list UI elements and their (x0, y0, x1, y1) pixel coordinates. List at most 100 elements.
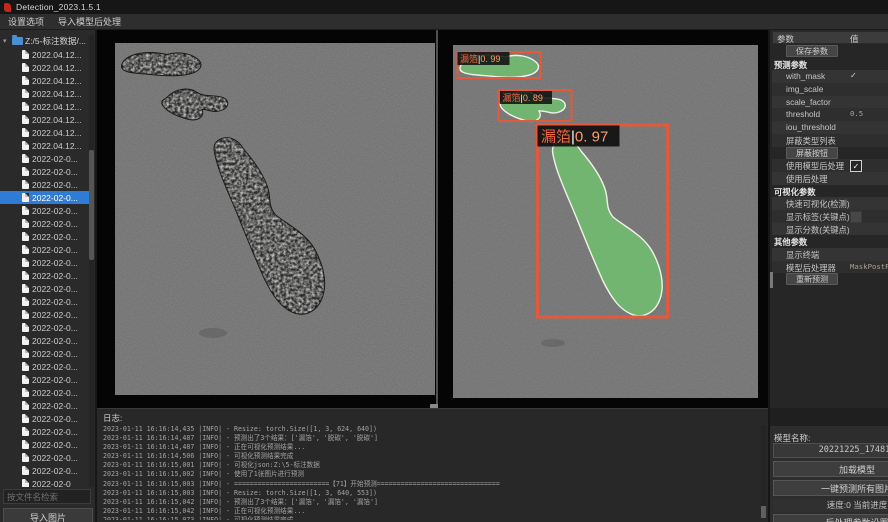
file-tree-item[interactable]: 2022-02-0... (0, 256, 90, 269)
log-scrollbar[interactable] (761, 425, 766, 518)
model-name-field[interactable]: 20221225_174813 (773, 443, 888, 458)
file-tree-item[interactable]: 2022.04.12... (0, 74, 90, 87)
file-icon (22, 128, 29, 137)
file-icon (22, 89, 29, 98)
file-tree-item[interactable]: 2022-02-0... (0, 412, 90, 425)
params-col-name: 参数 (777, 33, 794, 45)
tree-root[interactable]: ▾ Z:/5-标注数据/... (0, 34, 90, 48)
folder-icon (12, 37, 23, 45)
param-inline-button[interactable]: 屏蔽按钮 (786, 147, 838, 159)
load-model-button[interactable]: 加载模型 (773, 461, 888, 477)
file-tree-item[interactable]: 2022.04.12... (0, 139, 90, 152)
menu-item-settings[interactable]: 设置选项 (8, 15, 44, 28)
log-line: 2023-01-11 16:16:15,003 |INFO| - Resize:… (103, 489, 758, 498)
param-row[interactable]: scale_factor scale_factor (772, 96, 888, 109)
file-tree-item[interactable]: 2022-02-0... (0, 425, 90, 438)
file-tree[interactable]: ▾ Z:/5-标注数据/... 2022.04.12... 2022.04.12… (0, 34, 90, 487)
param-row[interactable]: 显示分数(关键点) 显示分数(关键点) (772, 223, 888, 236)
file-tree-item[interactable]: 2022-02-0... (0, 438, 90, 451)
param-row[interactable]: 重新预测 重新预测 (772, 273, 888, 286)
param-label: 使用模型后处理 (786, 160, 844, 172)
param-value[interactable]: MaskPostPro (850, 262, 888, 271)
param-row[interactable]: 显示终端 显示终端 (772, 248, 888, 261)
file-tree-item[interactable]: 2022.04.12... (0, 113, 90, 126)
import-images-button[interactable]: 导入图片 (3, 508, 93, 522)
scrollbar-handle[interactable] (89, 150, 94, 260)
original-image-panel[interactable] (97, 30, 436, 408)
file-tree-item[interactable]: 2022-02-0... (0, 178, 90, 191)
file-tree-item[interactable]: 2022-02-0... (0, 152, 90, 165)
param-row[interactable]: 保存参数 保存参数 (772, 45, 888, 58)
file-icon (22, 193, 29, 202)
postprocess-settings-button[interactable]: 后处理参数设置 (773, 514, 888, 522)
file-tree-item[interactable]: 2022-02-0... (0, 230, 90, 243)
param-label: 显示终端 (786, 249, 819, 261)
filename-search-input[interactable] (3, 489, 91, 504)
param-value[interactable]: ✓ (850, 160, 862, 172)
file-tree-item[interactable]: 2022-02-0... (0, 464, 90, 477)
param-row[interactable]: iou_threshold iou_threshold (772, 121, 888, 134)
file-name: 2022.04.12... (32, 102, 82, 112)
file-tree-item[interactable]: 2022-02-0... (0, 334, 90, 347)
file-tree-item[interactable]: 2022-02-0... (0, 191, 90, 204)
file-tree-item[interactable]: 2022-02-0... (0, 321, 90, 334)
file-tree-item[interactable]: 2022-02-0... (0, 269, 90, 282)
param-value[interactable] (850, 211, 862, 223)
file-tree-item[interactable]: 2022-02-0... (0, 243, 90, 256)
param-label: scale_factor (786, 97, 831, 107)
sidebar-scrollbar[interactable] (89, 35, 94, 487)
param-inline-button[interactable]: 保存参数 (786, 45, 838, 57)
param-row[interactable]: 快速可视化(检测) 快速可视化(检测) (772, 197, 888, 210)
param-inline-button[interactable]: 重新预测 (786, 273, 838, 285)
file-name: 2022-02-0 (32, 479, 71, 488)
param-value[interactable]: 0.5 (850, 109, 863, 118)
file-name: 2022-02-0... (32, 271, 78, 281)
file-tree-item[interactable]: 2022-02-0... (0, 360, 90, 373)
param-row[interactable]: 屏蔽类型列表 屏蔽类型列表 (772, 134, 888, 147)
param-row[interactable]: 其他参数 其他参数 (772, 235, 888, 248)
chevron-down-icon[interactable]: ▾ (3, 37, 10, 45)
predict-all-button[interactable]: 一键预测所有图片 (773, 480, 888, 496)
scrollbar-handle[interactable] (761, 506, 766, 518)
param-row[interactable]: 使用后处理 使用后处理 (772, 172, 888, 185)
file-tree-item[interactable]: 2022-02-0... (0, 386, 90, 399)
param-row[interactable]: threshold 0.5 threshold (772, 108, 888, 121)
file-name: 2022-02-0... (32, 362, 78, 372)
file-tree-item[interactable]: 2022-02-0 (0, 477, 90, 487)
param-row[interactable]: 预测参数 预测参数 (772, 58, 888, 71)
menu-item-import-postprocess[interactable]: 导入模型后处理 (58, 15, 121, 28)
file-tree-item[interactable]: 2022-02-0... (0, 295, 90, 308)
file-icon (22, 310, 29, 319)
file-tree-item[interactable]: 2022-02-0... (0, 373, 90, 386)
file-tree-item[interactable]: 2022-02-0... (0, 451, 90, 464)
param-value[interactable]: ✓ (850, 71, 857, 80)
prediction-image-panel[interactable]: 漏箔|0. 99 漏箔|0. 89 漏箔|0. 97 (438, 30, 768, 408)
file-tree-item[interactable]: 2022-02-0... (0, 347, 90, 360)
param-row[interactable]: 显示标签(关键点) 显示标签(关键点) (772, 210, 888, 223)
file-tree-item[interactable]: 2022.04.12... (0, 61, 90, 74)
file-icon (22, 232, 29, 241)
file-tree-item[interactable]: 2022.04.12... (0, 48, 90, 61)
file-tree-item[interactable]: 2022.04.12... (0, 126, 90, 139)
file-tree-item[interactable]: 2022.04.12... (0, 87, 90, 100)
param-row[interactable]: 可视化参数 可视化参数 (772, 185, 888, 198)
app-window: Detection_2023.1.5.1 设置选项 导入模型后处理 ▾ Z:/5… (0, 0, 888, 522)
param-row[interactable]: img_scale img_scale (772, 83, 888, 96)
param-row[interactable]: 模型后处理器 MaskPostPro 模型后处理器 (772, 261, 888, 274)
file-tree-item[interactable]: 2022-02-0... (0, 165, 90, 178)
file-name: 2022-02-0... (32, 219, 78, 229)
file-tree-item[interactable]: 2022-02-0... (0, 204, 90, 217)
params-scrollbar-handle[interactable] (770, 272, 773, 288)
file-tree-item[interactable]: 2022.04.12... (0, 100, 90, 113)
file-name: 2022-02-0... (32, 284, 78, 294)
param-row[interactable]: with_mask ✓ with_mask (772, 70, 888, 83)
file-tree-item[interactable]: 2022-02-0... (0, 308, 90, 321)
file-icon (22, 102, 29, 111)
file-tree-item[interactable]: 2022-02-0... (0, 217, 90, 230)
param-row[interactable]: 使用模型后处理 ✓ 使用模型后处理 (772, 159, 888, 172)
file-name: 2022-02-0... (32, 414, 78, 424)
file-tree-item[interactable]: 2022-02-0... (0, 282, 90, 295)
param-row[interactable]: 屏蔽按钮 屏蔽按钮 (772, 147, 888, 160)
log-output[interactable]: 2023-01-11 16:16:14,435 |INFO| - Resize:… (103, 425, 758, 520)
file-tree-item[interactable]: 2022-02-0... (0, 399, 90, 412)
